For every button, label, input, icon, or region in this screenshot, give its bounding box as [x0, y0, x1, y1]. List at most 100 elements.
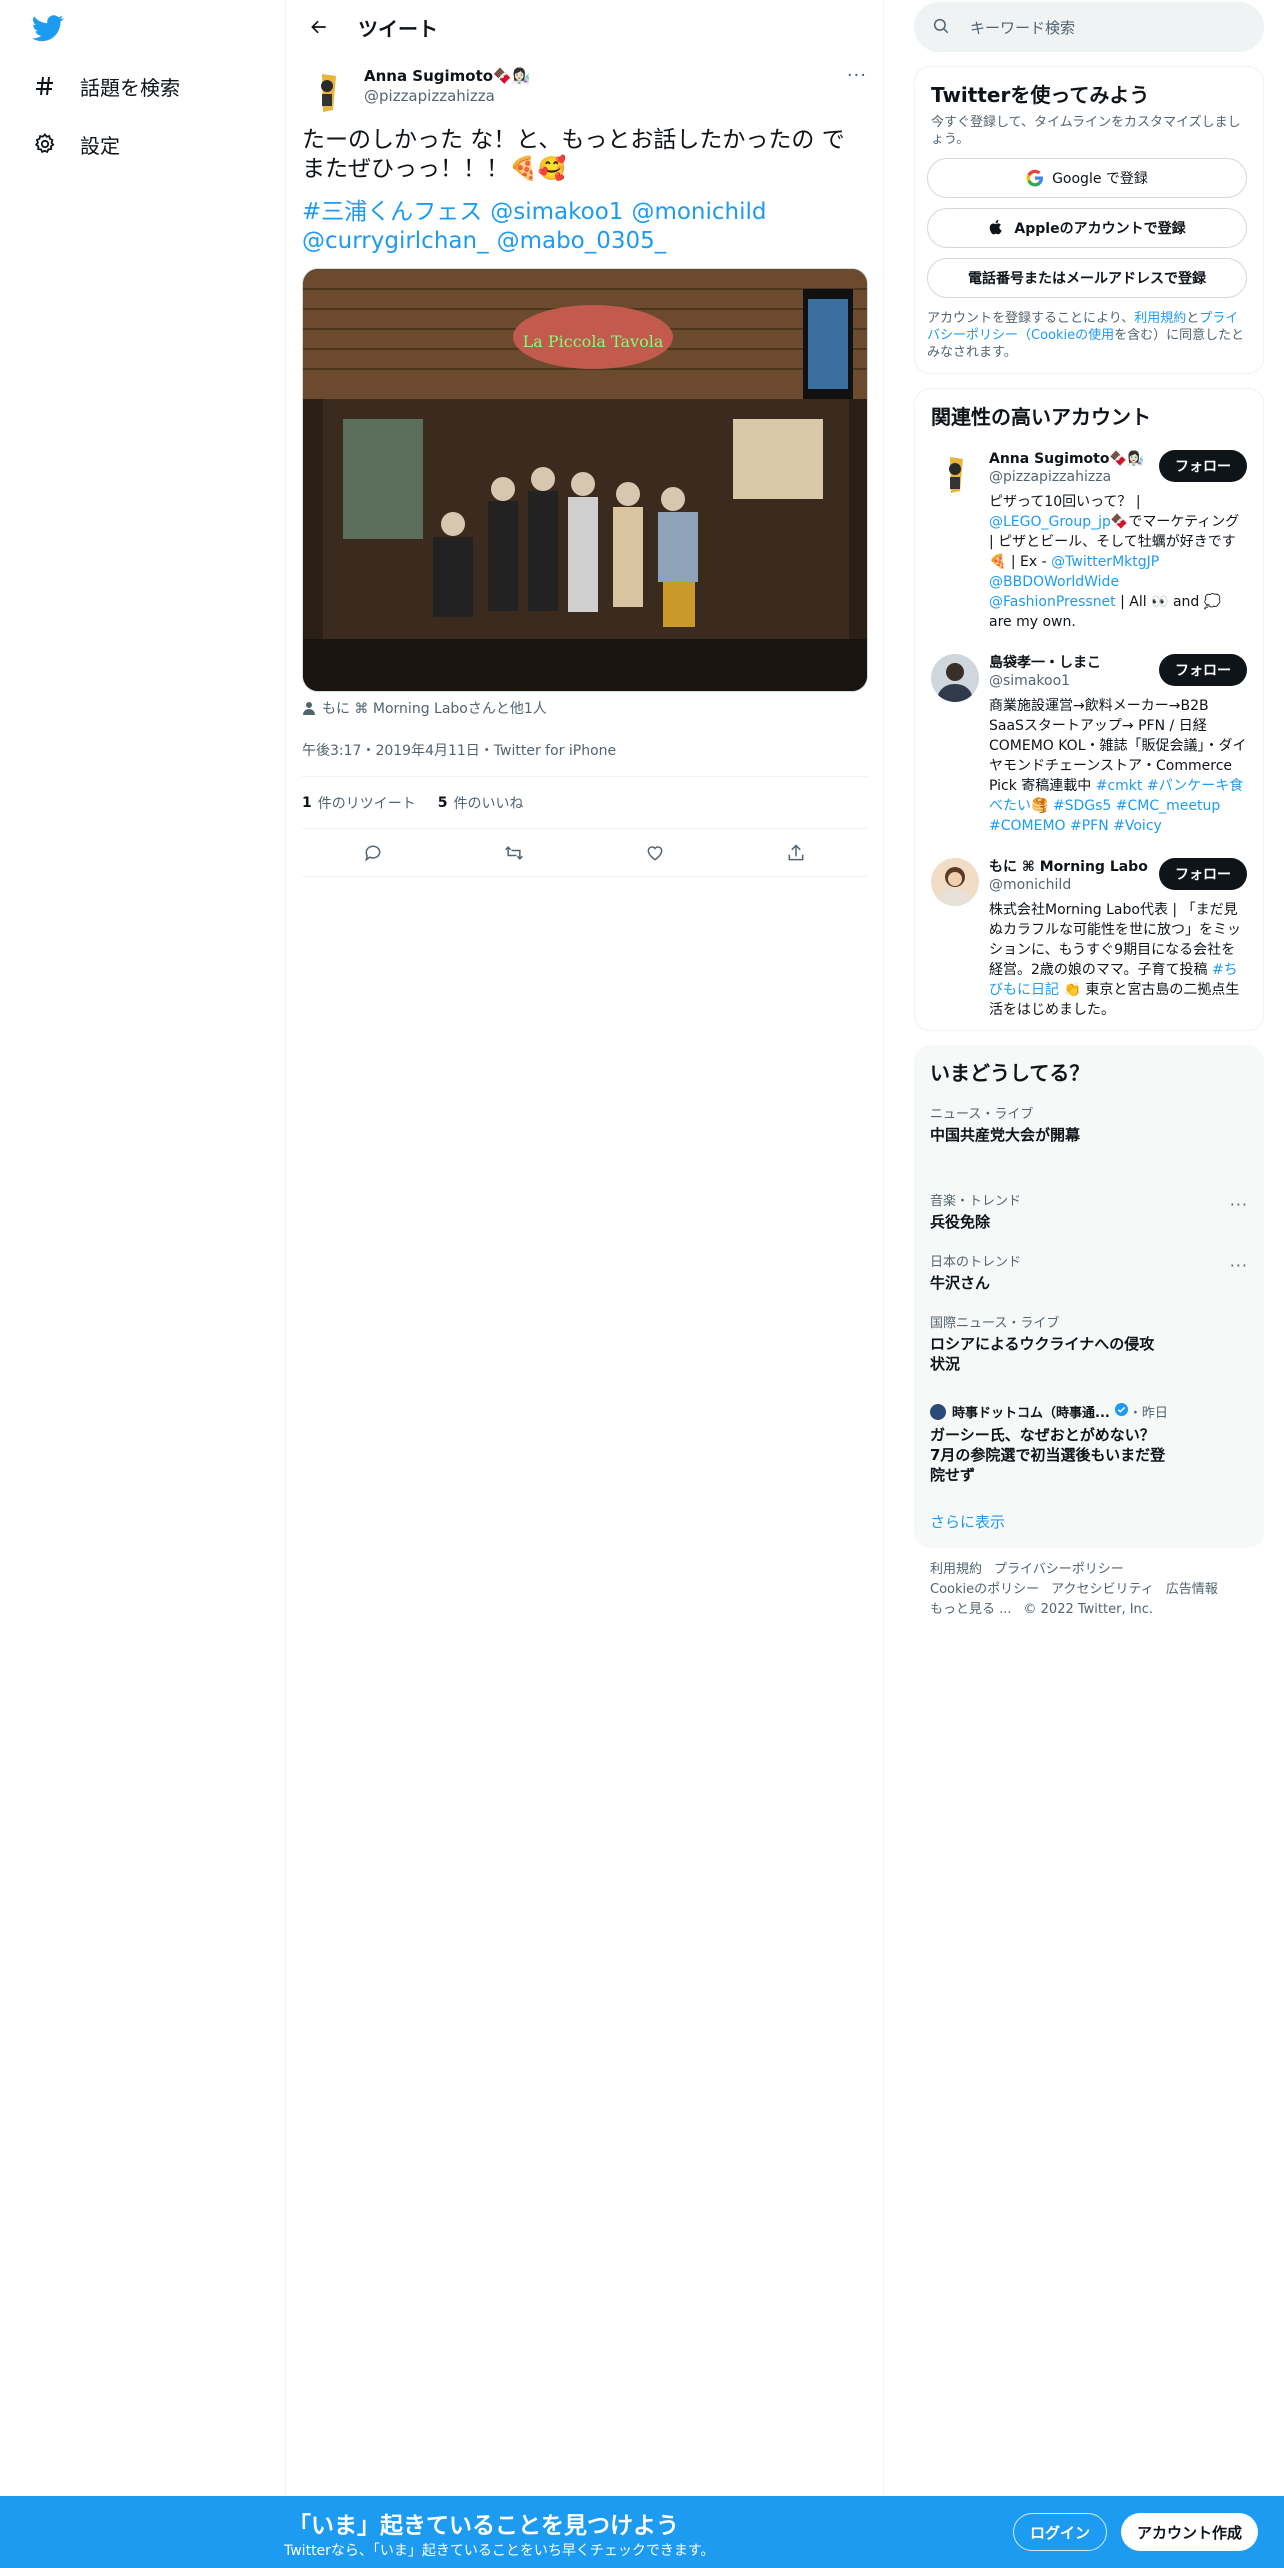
tweet-text: たーのしかった な！と、もっとお話したかったの で またぜひっっ！！！🍕🥰	[302, 127, 845, 182]
account-item[interactable]: Anna Sugimoto🍫👩🏻‍🔬 @pizzapizzahizza フォロー…	[915, 438, 1263, 642]
follow-button[interactable]: フォロー	[1159, 450, 1247, 482]
news-item[interactable]: 時事ドットコム（時事通... ・昨日 ガーシー氏、なぜおとがめない？ 7月の参院…	[914, 1386, 1264, 1497]
twitter-logo-icon[interactable]	[31, 12, 64, 44]
signup-legal: アカウントを登録することにより、利用規約とプライバシーポリシー（Cookieの使…	[927, 311, 1245, 360]
more-options-icon[interactable]: ···	[1230, 1256, 1248, 1275]
nav-settings[interactable]: 設定	[32, 124, 120, 164]
trend-item[interactable]: ニュース・ライブ 中国共産党大会が開幕	[914, 1096, 1264, 1183]
tweet-photo[interactable]: La Piccola Tavola	[302, 268, 868, 692]
follow-button[interactable]: フォロー	[1159, 654, 1247, 686]
related-title: 関連性の高いアカウント	[931, 405, 1151, 429]
trend-item[interactable]: 日本のトレンド 牛沢さん ···	[914, 1244, 1264, 1305]
likes-stat[interactable]: 5 件のいいね	[438, 793, 524, 813]
google-icon	[1026, 169, 1044, 187]
right-sidebar: キーワード検索 Twitterを使ってみよう 今すぐ登録して、タイムラインをカス…	[914, 0, 1264, 1632]
footer-privacy-link[interactable]: プライバシーポリシー	[994, 1562, 1124, 1577]
follow-button[interactable]: フォロー	[1159, 858, 1247, 890]
trend-item[interactable]: 音楽・トレンド 兵役免除 ···	[914, 1183, 1264, 1244]
avatar[interactable]	[931, 450, 979, 498]
nav-settings-label: 設定	[80, 133, 120, 158]
mention-link[interactable]: @mabo_0305_	[497, 228, 667, 254]
trends-title: いまどうしてる？	[930, 1061, 1090, 1085]
create-account-button[interactable]: アカウント作成	[1121, 2513, 1259, 2551]
svg-text:La Piccola Tavola: La Piccola Tavola	[523, 332, 664, 351]
account-handle[interactable]: @monichild	[989, 876, 1148, 894]
hashtag-link[interactable]: #三浦くんフェス	[302, 199, 482, 225]
show-more-link[interactable]: さらに表示	[914, 1497, 1264, 1548]
footer-accessibility-link[interactable]: アクセシビリティ	[1051, 1582, 1154, 1597]
account-name[interactable]: 島袋孝一・しまこ	[989, 654, 1101, 672]
avatar[interactable]	[302, 66, 352, 116]
avatar[interactable]	[931, 654, 979, 702]
tagged-people-label: もに ⌘ Morning Laboさんと他1人	[322, 701, 547, 717]
footer-copyright: © 2022 Twitter, Inc.	[1023, 1602, 1154, 1617]
account-bio: 株式会社Morning Labo代表 | 「まだ見ぬカラフルな可能性を世に放つ」…	[989, 902, 1241, 1018]
news-title: ガーシー氏、なぜおとがめない？ 7月の参院選で初当選後もいまだ登 院せず	[930, 1426, 1166, 1484]
apple-signup-label: Appleのアカウントで登録	[1014, 221, 1186, 237]
tweet-timestamp[interactable]: 午後3:17・2019年4月11日・Twitter for iPhone	[302, 740, 867, 777]
page-title: ツイート	[358, 16, 438, 41]
trend-context: 音楽・トレンド	[930, 1194, 1022, 1209]
trend-context: ニュース・ライブ	[930, 1107, 1034, 1122]
search-input[interactable]: キーワード検索	[914, 2, 1264, 52]
tweet-actions	[302, 829, 867, 877]
share-icon[interactable]	[779, 836, 813, 870]
main-column: ツイート Anna Sugimoto🍫👩🏻‍🔬 @pizzapizzahizza…	[286, 0, 884, 2496]
tweet-author: Anna Sugimoto🍫👩🏻‍🔬 @pizzapizzahizza ···	[302, 66, 867, 122]
footer: 利用規約 プライバシーポリシー Cookieのポリシー アクセシビリティ 広告情報 も…	[914, 1548, 1264, 1632]
google-signup-button[interactable]: Google で登録	[927, 158, 1247, 198]
account-item[interactable]: もに ⌘ Morning Labo @monichild フォロー 株式会社Mo…	[915, 846, 1263, 1030]
back-arrow-icon[interactable]	[302, 10, 336, 44]
bottom-bar-title: 「いま」起きていることを見つけよう	[288, 2513, 679, 2539]
trend-title: 兵役免除	[930, 1213, 991, 1231]
signup-title: Twitterを使ってみよう	[931, 83, 1150, 107]
more-options-icon[interactable]: ···	[1230, 1195, 1248, 1214]
author-name[interactable]: Anna Sugimoto🍫👩🏻‍🔬	[364, 66, 530, 86]
mention-link[interactable]: @simakoo1	[490, 199, 623, 225]
terms-link[interactable]: 利用規約	[1134, 311, 1186, 326]
footer-cookie-link[interactable]: Cookieのポリシー	[930, 1582, 1039, 1597]
more-options-icon[interactable]: ···	[847, 66, 867, 86]
account-item[interactable]: 島袋孝一・しまこ @simakoo1 フォロー 商業施設運営→飲料メーカー→B2…	[915, 642, 1263, 846]
account-name[interactable]: Anna Sugimoto🍫👩🏻‍🔬	[989, 450, 1144, 468]
login-button[interactable]: ログイン	[1013, 2513, 1108, 2551]
account-handle[interactable]: @pizzapizzahizza	[989, 468, 1144, 486]
retweets-stat[interactable]: 1 件のリツイート	[302, 793, 416, 813]
tweet-stats: 1 件のリツイート 5 件のいいね	[302, 777, 867, 829]
retweet-icon[interactable]	[497, 836, 531, 870]
footer-terms-link[interactable]: 利用規約	[930, 1562, 982, 1577]
trends-card: いまどうしてる？ ニュース・ライブ 中国共産党大会が開幕 音楽・トレンド 兵役免…	[914, 1045, 1264, 1548]
verified-badge-icon	[1114, 1402, 1129, 1421]
apple-signup-button[interactable]: Appleのアカウントで登録	[927, 208, 1247, 248]
bio-link[interactable]: @LEGO_Group_jp	[989, 514, 1111, 530]
nav-explore-label: 話題を検索	[80, 75, 180, 100]
author-handle[interactable]: @pizzapizzahizza	[364, 86, 530, 106]
bottom-signup-bar: 「いま」起きていることを見つけよう Twitterなら、「いま」起きていることを…	[0, 2496, 1284, 2568]
news-source: 時事ドットコム（時事通...	[952, 1406, 1110, 1421]
nav-explore[interactable]: 話題を検索	[32, 66, 180, 106]
account-name[interactable]: もに ⌘ Morning Labo	[989, 858, 1148, 876]
related-accounts-card: 関連性の高いアカウント Anna Sugimoto🍫👩🏻‍🔬 @pizzapiz…	[914, 388, 1264, 1031]
account-bio: 商業施設運営→飲料メーカー→B2B SaaSスタートアップ→ PFN / 日経C…	[989, 698, 1247, 834]
signup-subtitle: 今すぐ登録して、タイムラインをカスタマイズしましょう。	[931, 115, 1241, 147]
google-signup-label: Google で登録	[1052, 171, 1148, 187]
account-handle[interactable]: @simakoo1	[989, 672, 1101, 690]
mention-link[interactable]: @monichild	[631, 199, 766, 225]
mention-link[interactable]: @currygirlchan_	[302, 228, 489, 254]
account-bio: ピザって10回いって？ | @LEGO_Group_jp🍫でマーケティング | …	[989, 494, 1240, 630]
trend-context: 国際ニュース・ライブ	[930, 1316, 1060, 1331]
trend-item[interactable]: 国際ニュース・ライブ ロシアによるウクライナへの侵攻 状況	[914, 1305, 1264, 1386]
footer-ads-link[interactable]: 広告情報	[1166, 1582, 1218, 1597]
news-source-row: 時事ドットコム（時事通... ・昨日	[930, 1402, 1248, 1421]
avatar[interactable]	[931, 858, 979, 906]
trend-title: 牛沢さん	[930, 1274, 991, 1292]
phone-email-signup-button[interactable]: 電話番号またはメールアドレスで登録	[927, 258, 1247, 298]
news-time: ・昨日	[1128, 1406, 1168, 1421]
left-nav: 話題を検索 設定	[0, 0, 286, 2568]
footer-more-link[interactable]: もっと見る ...	[930, 1602, 1012, 1617]
person-icon	[302, 701, 316, 715]
reply-icon[interactable]	[356, 836, 390, 870]
tagged-people[interactable]: もに ⌘ Morning Laboさんと他1人	[302, 698, 867, 718]
tweet: Anna Sugimoto🍫👩🏻‍🔬 @pizzapizzahizza ··· …	[286, 54, 883, 877]
like-heart-icon[interactable]	[638, 836, 672, 870]
